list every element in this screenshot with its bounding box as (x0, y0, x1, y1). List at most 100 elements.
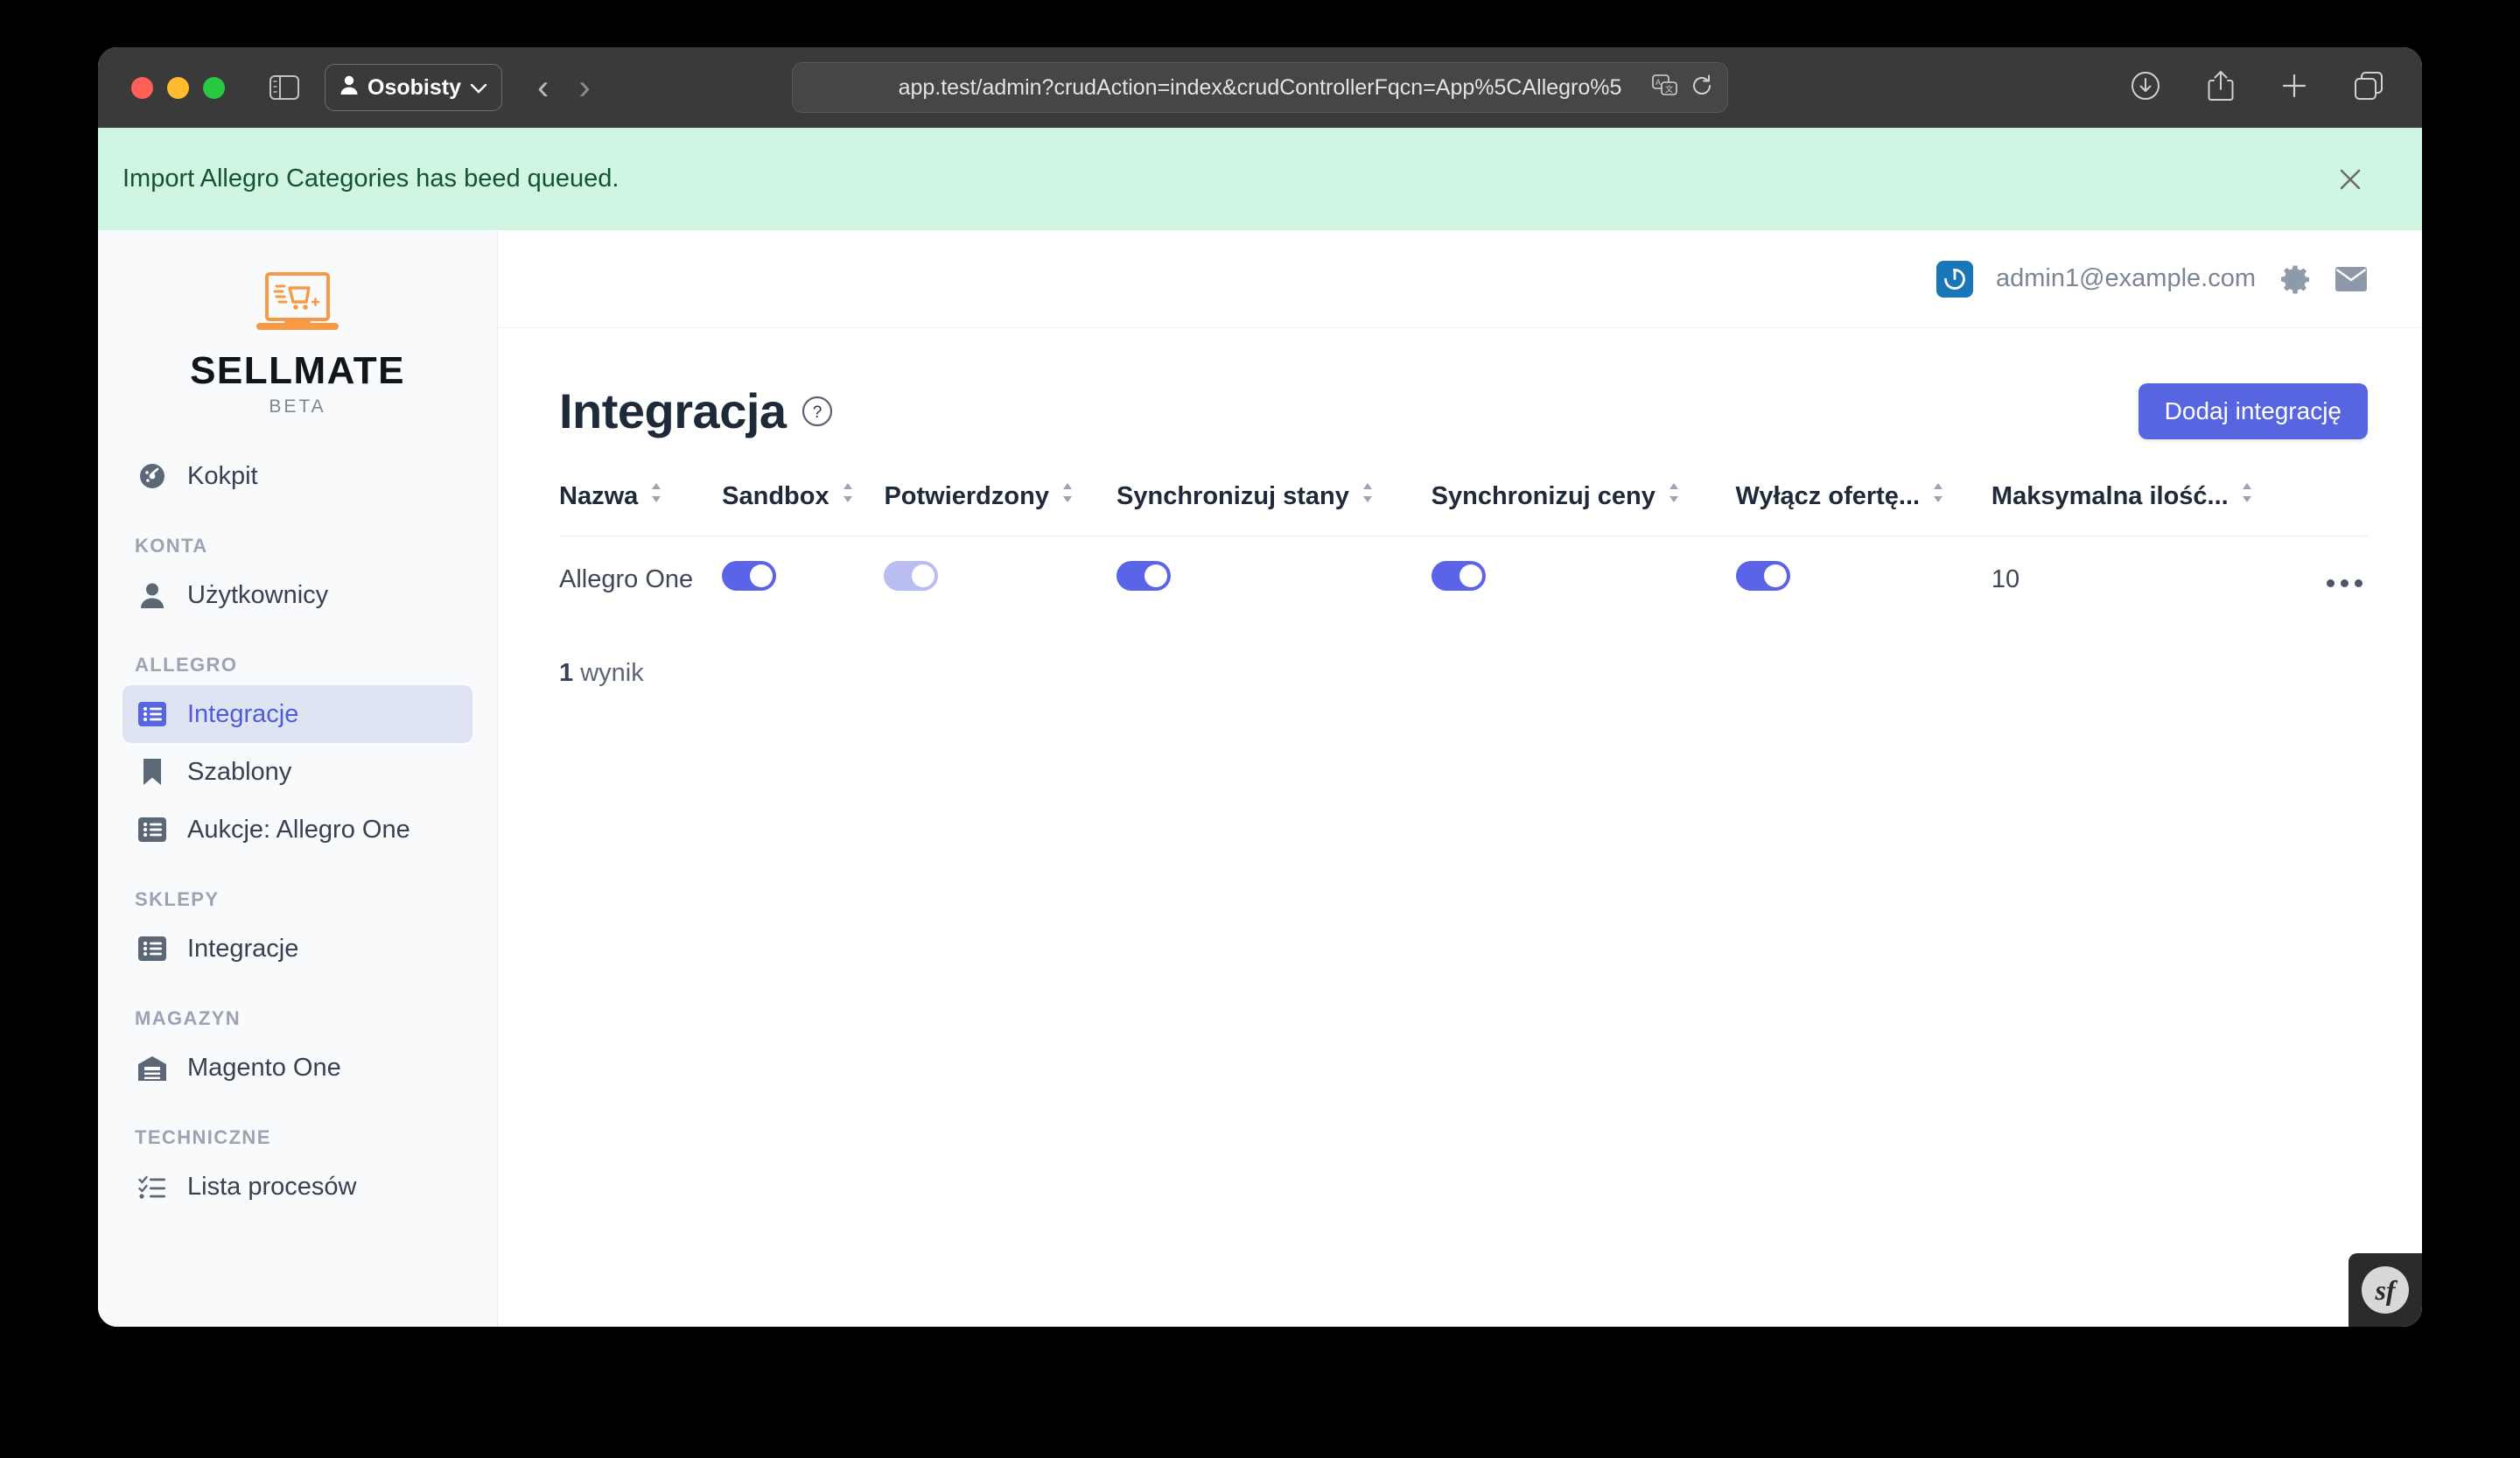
sort-icon[interactable] (1360, 481, 1376, 511)
sidebar: SELLMATE BETA Kokpit KONTA Użytkownicy A… (98, 230, 498, 1327)
sidebar-item-szablony[interactable]: Szablony (122, 743, 472, 801)
sidebar-item-label: Aukcje: Allegro One (187, 815, 410, 844)
sidebar-section-magazyn: MAGAZYN (135, 1007, 242, 1029)
column-header-synchronizuj-stany[interactable]: Synchronizuj stany (1116, 481, 1432, 536)
cell-synchronizuj-stany (1116, 536, 1432, 623)
reload-icon[interactable] (1690, 74, 1713, 102)
page-title-group: Integracja ? (559, 382, 834, 439)
column-label: Nazwa (559, 481, 639, 510)
maximize-window-button[interactable] (203, 76, 225, 99)
close-window-button[interactable] (131, 76, 153, 99)
svg-text:文: 文 (1665, 84, 1673, 94)
list-icon (136, 698, 168, 730)
top-user-bar: admin1@example.com (498, 230, 2422, 328)
toggle-wylacz-oferte[interactable] (1735, 561, 1790, 591)
navigation-arrows: ‹ › (537, 70, 591, 105)
sidebar-item-aukcje-allegro-one[interactable]: Aukcje: Allegro One (122, 801, 472, 859)
cell-synchronizuj-ceny (1431, 536, 1736, 623)
main-content: admin1@example.com Integracja ? Dodaj in… (498, 230, 2422, 1327)
sidebar-item-label: Szablony (187, 757, 292, 786)
address-bar[interactable]: app.test/admin?crudAction=index&crudCont… (792, 62, 1728, 113)
sidebar-toggle-icon[interactable] (267, 74, 302, 102)
column-header-wylacz-oferte[interactable]: Wyłącz ofertę... (1736, 481, 1992, 536)
translate-icon[interactable]: A 文 (1652, 74, 1678, 102)
url-text: app.test/admin?crudAction=index&crudCont… (898, 74, 1622, 100)
page-content: Integracja ? Dodaj integrację Nazwa Sand… (498, 328, 2422, 688)
svg-text:A: A (1656, 78, 1661, 87)
sidebar-section-sklepy: SKLEPY (135, 888, 220, 910)
bookmark-icon (136, 756, 168, 788)
sort-icon[interactable] (648, 481, 664, 511)
sort-icon[interactable] (840, 481, 856, 511)
address-bar-icons: A 文 (1652, 74, 1713, 102)
sidebar-item-label: Lista procesów (187, 1172, 357, 1201)
table-head: Nazwa Sandbox Potwierdzony Synchronizuj … (559, 481, 2368, 536)
cell-nazwa: Allegro One (559, 564, 694, 593)
checklist-icon (136, 1171, 168, 1202)
column-header-nazwa[interactable]: Nazwa (559, 481, 722, 536)
column-label: Sandbox (722, 481, 830, 510)
user-email: admin1@example.com (1995, 264, 2256, 292)
window-controls (131, 76, 225, 99)
symfony-logo-icon: sf (2362, 1266, 2409, 1314)
minimize-window-button[interactable] (167, 76, 189, 99)
toggle-potwierdzony[interactable] (884, 561, 939, 591)
column-header-sandbox[interactable]: Sandbox (722, 481, 884, 536)
gear-icon[interactable] (2278, 263, 2312, 296)
column-header-potwierdzony[interactable]: Potwierdzony (884, 481, 1116, 536)
sort-icon[interactable] (1666, 481, 1682, 511)
column-header-actions (2312, 481, 2368, 536)
warehouse-icon (136, 1052, 168, 1083)
plus-icon[interactable] (2280, 72, 2308, 104)
column-header-maksymalna-ilosc[interactable]: Maksymalna ilość... (1992, 481, 2312, 536)
back-button[interactable]: ‹ (537, 70, 549, 105)
sidebar-item-lista-procesow[interactable]: Lista procesów (122, 1158, 472, 1216)
sort-icon[interactable] (2239, 481, 2255, 511)
svg-text:?: ? (812, 403, 822, 422)
tab-overview-icon[interactable] (2354, 71, 2384, 105)
brand-logo[interactable]: SELLMATE BETA (98, 249, 497, 447)
sort-icon[interactable] (1060, 481, 1075, 511)
column-label: Synchronizuj ceny (1431, 481, 1656, 510)
cell-potwierdzony (884, 536, 1116, 623)
browser-toolbar: Osobisty ‹ › app.test/admin?crudAction=i… (98, 47, 2422, 128)
column-header-synchronizuj-ceny[interactable]: Synchronizuj ceny (1432, 481, 1736, 536)
user-icon (136, 579, 168, 611)
app-body: SELLMATE BETA Kokpit KONTA Użytkownicy A… (98, 230, 2422, 1327)
close-icon[interactable] (2333, 162, 2368, 197)
toolbar-actions (2130, 69, 2384, 107)
sidebar-item-integracje-allegro[interactable]: Integracje (122, 685, 472, 743)
envelope-icon[interactable] (2334, 263, 2368, 296)
profile-switcher-button[interactable]: Osobisty (325, 64, 502, 111)
dashboard-icon (136, 460, 168, 492)
symfony-profiler-badge[interactable]: sf (2348, 1253, 2422, 1327)
sidebar-item-integracje-sklepy[interactable]: Integracje (122, 920, 472, 978)
cell-maksymalna-ilosc: 10 (1991, 564, 2020, 593)
download-icon[interactable] (2130, 70, 2161, 106)
sidebar-item-uzytkownicy[interactable]: Użytkownicy (122, 566, 472, 624)
list-icon (136, 814, 168, 845)
brand-name: SELLMATE (190, 349, 405, 392)
ellipsis-icon[interactable] (2321, 572, 2368, 594)
sidebar-item-kokpit[interactable]: Kokpit (122, 447, 472, 505)
toggle-synchronizuj-ceny[interactable] (1431, 561, 1486, 591)
toggle-synchronizuj-stany[interactable] (1116, 561, 1172, 591)
share-icon[interactable] (2207, 69, 2235, 107)
browser-window: Osobisty ‹ › app.test/admin?crudAction=i… (98, 47, 2422, 1327)
help-circle-icon[interactable]: ? (801, 395, 834, 428)
add-integration-button[interactable]: Dodaj integrację (2138, 382, 2368, 439)
chevron-down-icon (470, 75, 487, 101)
sidebar-item-magento-one[interactable]: Magento One (122, 1039, 472, 1097)
forward-button[interactable]: › (578, 70, 590, 105)
sidebar-section-allegro: ALLEGRO (135, 654, 238, 676)
sidebar-item-label: Magento One (187, 1053, 341, 1082)
flash-notification: Import Allegro Categories has beed queue… (98, 128, 2422, 230)
sidebar-section-techniczne: TECHNICZNE (135, 1126, 271, 1148)
sidebar-item-label: Integracje (187, 934, 299, 963)
toggle-sandbox[interactable] (722, 561, 777, 591)
result-count-number: 1 (559, 659, 574, 687)
sidebar-item-label: Użytkownicy (187, 580, 329, 609)
column-label: Potwierdzony (884, 481, 1049, 510)
power-icon[interactable] (1936, 260, 1973, 298)
sort-icon[interactable] (1930, 481, 1946, 511)
